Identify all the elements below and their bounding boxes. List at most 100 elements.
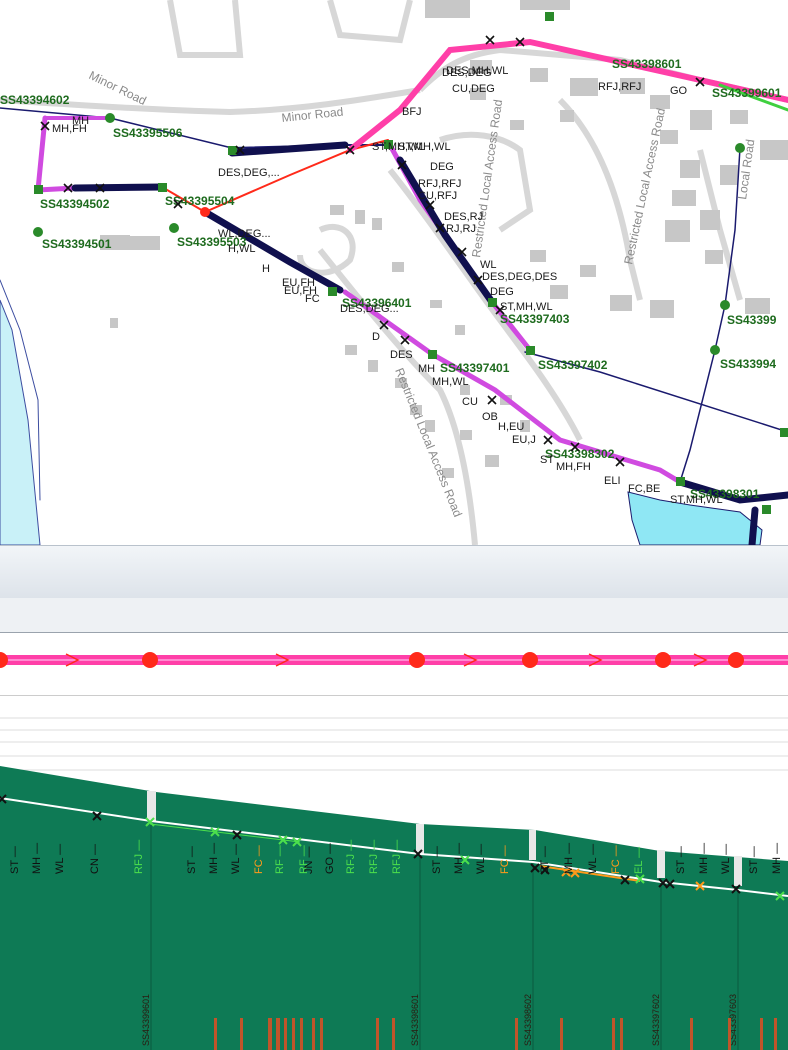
node-label: SS43399601	[712, 86, 782, 100]
profile-observation-label: ST —	[675, 846, 687, 874]
map-canvas[interactable]: Minor Road Minor Road Restricted Local A…	[0, 0, 788, 545]
pipe-segment	[748, 506, 759, 545]
profile-observation-label: MH —	[771, 843, 783, 874]
profile-observation-label: ST —	[9, 846, 21, 874]
defect-bar	[276, 1018, 280, 1050]
profile-observation-label: MH —	[453, 843, 465, 874]
observation-label: ST,MH,WL	[372, 141, 425, 153]
observation-label: OB	[482, 411, 498, 423]
profile-observation-label: FC —	[610, 845, 622, 874]
defect-bar	[620, 1018, 623, 1050]
profile-observation-label: WL —	[720, 844, 732, 874]
profile-observation-label: RFJ —	[391, 840, 403, 874]
observation-label: DES,DEG...	[340, 303, 399, 315]
observation-label: CU,DEG	[452, 83, 495, 95]
observation-label: WL	[480, 259, 497, 271]
profile-observation-label: WL —	[230, 844, 242, 874]
profile-toolbar	[0, 598, 788, 633]
defect-bar	[292, 1018, 295, 1050]
profile-node-label: SS43399601	[141, 994, 151, 1046]
profile-node-label: SS43398602	[523, 994, 533, 1046]
defect-bar	[392, 1018, 395, 1050]
observation-label: MH	[72, 115, 89, 127]
node-label: SS43394501	[42, 237, 112, 251]
observation-label: FC	[305, 293, 320, 305]
observation-label: EU,J	[512, 434, 536, 446]
observation-label: FC,BE	[628, 483, 660, 495]
profile-observation-label: RFJ —	[133, 840, 145, 874]
observation-label: DEG	[490, 286, 514, 298]
observation-label: H	[262, 263, 270, 275]
defect-bar	[560, 1018, 563, 1050]
observation-label: MH,FH	[556, 461, 591, 473]
profile-observation-label: MH —	[563, 843, 575, 874]
defect-bar	[690, 1018, 693, 1050]
observation-label: H,EU	[498, 421, 524, 433]
profile-observation-label: WL —	[475, 844, 487, 874]
profile-observation-label: RF —	[274, 845, 286, 874]
defect-bar	[312, 1018, 315, 1050]
node-dot	[655, 652, 671, 668]
observation-label: DEG	[430, 161, 454, 173]
observation-label: DES,RJ	[444, 211, 483, 223]
observation-label: BFJ	[402, 106, 422, 118]
pipe-segment	[228, 141, 349, 157]
profile-observation-label: JN —	[303, 847, 315, 875]
road-label: Restricted Local Access Road	[392, 366, 465, 519]
profile-node-label: SS43397602	[651, 994, 661, 1046]
pipe-run-strip	[0, 633, 788, 696]
map-view[interactable]: Minor Road Minor Road Restricted Local A…	[0, 0, 788, 545]
profile-observation-label: FC —	[253, 845, 265, 874]
observation-label: DES,DEG,DES	[482, 271, 557, 283]
node-dot	[409, 652, 425, 668]
node-label: SS43394502	[40, 197, 110, 211]
profile-observation-label: FC —	[499, 845, 511, 874]
observation-label: CU	[462, 396, 478, 408]
ground-profile	[0, 766, 788, 1050]
defect-bar	[515, 1018, 518, 1050]
node-label: SS43394602	[0, 93, 70, 107]
profile-observation-label: WL —	[54, 844, 66, 874]
long-section-profile[interactable]: ST — MH — WL — CN — RFJ — ST — MH — WL — FC — RF …	[0, 696, 788, 1050]
observation-label: ST,MH,WL	[670, 494, 723, 506]
profile-observation-label: GO —	[324, 843, 336, 874]
profile-canvas[interactable]: ST — MH — WL — CN — RFJ — ST — MH — WL — FC — RF …	[0, 696, 788, 1050]
observation-label: GO	[670, 85, 688, 97]
pipe-segment	[71, 183, 166, 192]
node-label: SS43397402	[538, 358, 608, 372]
observation-label: RJ,RJ	[446, 223, 476, 235]
profile-observation-label: EL —	[633, 847, 645, 874]
defect-marker	[485, 35, 495, 45]
node-label: SS433994	[720, 357, 776, 371]
node-label: SS43397403	[500, 312, 570, 326]
node-dot	[0, 652, 8, 668]
node-dot	[142, 652, 158, 668]
defect-bar	[376, 1018, 379, 1050]
defect-bar	[240, 1018, 243, 1050]
node-label: SS43399	[727, 313, 777, 327]
defect-bar	[214, 1018, 217, 1050]
observation-label: DES,MH,WL	[446, 65, 508, 77]
node-dot	[728, 652, 744, 668]
panel-splitter[interactable]	[0, 545, 788, 599]
defect-bar	[774, 1018, 777, 1050]
profile-observation-label: MH —	[208, 843, 220, 874]
defect-bar	[320, 1018, 323, 1050]
profile-observation-label: MH —	[31, 843, 43, 874]
profile-observation-label: ST —	[431, 846, 443, 874]
profile-observation-label: CN —	[89, 844, 101, 874]
observation-label: MH	[418, 363, 435, 375]
defect-bar	[268, 1018, 272, 1050]
observation-label: RFJ,RFJ	[598, 81, 641, 93]
observation-label: WL,DEG...	[218, 228, 271, 240]
observation-label: ELI	[604, 475, 621, 487]
observation-label: CU,RFJ	[418, 190, 457, 202]
node-label: SS43395506	[113, 126, 183, 140]
water-body-left	[0, 299, 41, 545]
observation-label: H,WL	[228, 243, 256, 255]
profile-observation-label: MH —	[698, 843, 710, 874]
observation-label: RFJ,RFJ	[418, 178, 461, 190]
observation-label: D	[372, 331, 380, 343]
node-label: SS43398601	[612, 57, 682, 71]
pipe-run-canvas	[0, 652, 788, 668]
